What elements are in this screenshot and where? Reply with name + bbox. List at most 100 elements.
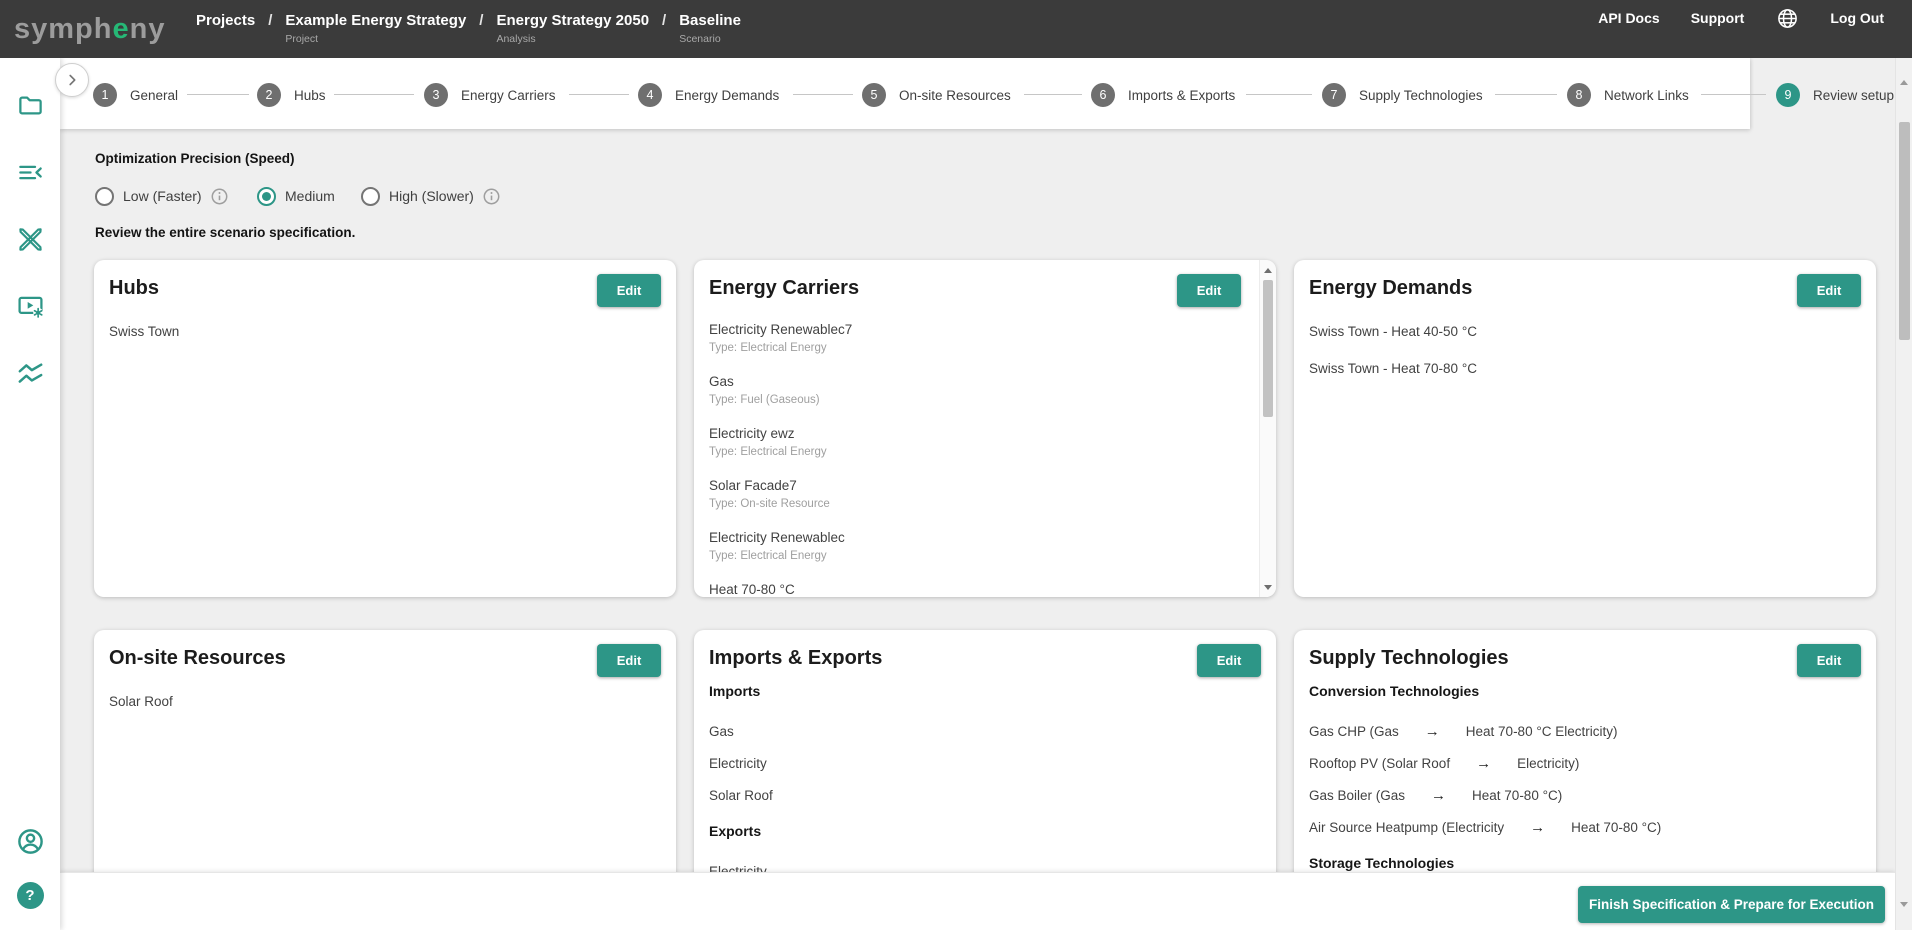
- edit-hubs-button[interactable]: Edit: [597, 274, 661, 307]
- conversion-output: Heat 70-80 °C): [1472, 788, 1562, 804]
- finish-specification-button[interactable]: Finish Specification & Prepare for Execu…: [1578, 886, 1885, 923]
- step-onsite-resources[interactable]: 5 On-site Resources: [862, 83, 1011, 107]
- breadcrumb-analysis[interactable]: Energy Strategy 2050 Analysis: [496, 11, 649, 47]
- folder-icon[interactable]: [7, 82, 53, 128]
- carrier-type: Type: Electrical Energy: [709, 342, 1236, 355]
- breadcrumb-projects[interactable]: Projects: [196, 11, 255, 47]
- conversion-input: Rooftop PV (Solar Roof: [1309, 756, 1450, 772]
- step-hubs[interactable]: 2 Hubs: [257, 83, 326, 107]
- step-network-links[interactable]: 8 Network Links: [1567, 83, 1689, 107]
- breadcrumb-separator: /: [479, 11, 483, 47]
- help-icon[interactable]: ?: [7, 872, 53, 918]
- bottom-action-bar: Finish Specification & Prepare for Execu…: [60, 872, 1895, 930]
- conversion-input: Gas CHP (Gas: [1309, 724, 1399, 740]
- step-connector: [1024, 94, 1082, 95]
- conversion-item: Gas CHP (Gas → Heat 70-80 °C Electricity…: [1309, 724, 1861, 740]
- carrier-type: Type: Electrical Energy: [709, 446, 1236, 459]
- step-supply-technologies[interactable]: 7 Supply Technologies: [1322, 83, 1483, 107]
- step-general[interactable]: 1 General: [93, 83, 178, 107]
- carrier-name: Heat 70-80 °C: [709, 582, 1236, 597]
- breadcrumb-sublabel: Analysis: [496, 33, 649, 45]
- energy-carriers-card: Energy Carriers Edit Electricity Renewab…: [694, 260, 1276, 597]
- language-globe-icon[interactable]: [1775, 6, 1799, 30]
- breadcrumb-scenario[interactable]: Baseline Scenario: [679, 11, 741, 47]
- radio-label[interactable]: Medium: [285, 188, 335, 204]
- breadcrumb-label[interactable]: Baseline: [679, 11, 741, 30]
- radio-label[interactable]: Low (Faster): [123, 188, 202, 204]
- edit-onsite-resources-button[interactable]: Edit: [597, 644, 661, 677]
- step-connector: [1495, 94, 1557, 95]
- energy-demands-card-title: Energy Demands: [1309, 277, 1472, 300]
- import-item: Gas: [709, 724, 1261, 740]
- carrier-name: Electricity ewz: [709, 426, 1236, 442]
- breadcrumb-separator: /: [662, 11, 666, 47]
- breadcrumb-project[interactable]: Example Energy Strategy Project: [285, 11, 466, 47]
- scrollbar-thumb[interactable]: [1263, 280, 1273, 417]
- breadcrumb-label[interactable]: Energy Strategy 2050: [496, 11, 649, 30]
- scroll-down-icon[interactable]: [1260, 579, 1276, 595]
- radio-option-high[interactable]: High (Slower): [361, 185, 500, 207]
- support-link[interactable]: Support: [1691, 10, 1745, 26]
- hub-item: Swiss Town: [109, 324, 179, 340]
- breadcrumb-sublabel: Project: [285, 33, 466, 45]
- conversion-output: Electricity): [1517, 756, 1579, 772]
- edit-supply-technologies-button[interactable]: Edit: [1797, 644, 1861, 677]
- radio-low[interactable]: [95, 187, 114, 206]
- step-review-setup[interactable]: 9 Review setup: [1776, 83, 1894, 107]
- scroll-up-icon[interactable]: [1260, 262, 1276, 278]
- log-out-link[interactable]: Log Out: [1830, 10, 1884, 26]
- breadcrumb-label[interactable]: Example Energy Strategy: [285, 11, 466, 30]
- step-imports-exports[interactable]: 6 Imports & Exports: [1091, 83, 1235, 107]
- conversion-output: Heat 70-80 °C): [1571, 820, 1661, 836]
- energy-carriers-card-title: Energy Carriers: [709, 277, 859, 300]
- step-connector: [569, 94, 629, 95]
- scroll-up-icon[interactable]: [1900, 63, 1908, 81]
- conversion-output: Heat 70-80 °C Electricity): [1466, 724, 1618, 740]
- conversion-input: Gas Boiler (Gas: [1309, 788, 1405, 804]
- step-label: Imports & Exports: [1128, 88, 1235, 103]
- api-docs-link[interactable]: API Docs: [1598, 10, 1659, 26]
- radio-medium-selected[interactable]: [257, 187, 276, 206]
- step-number: 8: [1567, 83, 1591, 107]
- step-connector: [187, 94, 249, 95]
- edit-imports-exports-button[interactable]: Edit: [1197, 644, 1261, 677]
- imports-exports-card-title: Imports & Exports: [709, 647, 882, 670]
- carrier-name: Solar Facade7: [709, 478, 1236, 494]
- menu-open-icon[interactable]: [7, 149, 53, 195]
- scrollbar-thumb[interactable]: [1899, 122, 1910, 340]
- top-links: API Docs Support Log Out: [1598, 0, 1912, 30]
- design-tools-icon[interactable]: [7, 216, 53, 262]
- radio-option-medium[interactable]: Medium: [257, 185, 335, 207]
- card-scrollbar[interactable]: [1259, 260, 1276, 597]
- step-connector: [793, 94, 853, 95]
- sidebar: ?: [0, 58, 60, 930]
- info-icon[interactable]: [211, 188, 228, 205]
- resource-item: Solar Roof: [109, 694, 173, 710]
- account-icon[interactable]: [7, 818, 53, 864]
- step-number: 7: [1322, 83, 1346, 107]
- run-settings-icon[interactable]: [7, 283, 53, 329]
- imports-exports-body: Imports Gas Electricity Solar Roof Expor…: [709, 683, 1261, 880]
- results-icon[interactable]: [7, 350, 53, 396]
- step-energy-demands[interactable]: 4 Energy Demands: [638, 83, 779, 107]
- step-label: Review setup: [1813, 88, 1894, 103]
- conversion-item: Air Source Heatpump (Electricity → Heat …: [1309, 820, 1861, 836]
- step-label: On-site Resources: [899, 88, 1011, 103]
- radio-option-low[interactable]: Low (Faster): [95, 185, 228, 207]
- breadcrumb-label[interactable]: Projects: [196, 11, 255, 30]
- optimization-precision-label: Optimization Precision (Speed): [95, 151, 295, 166]
- top-bar: sympheny Projects / Example Energy Strat…: [0, 0, 1912, 58]
- storage-technologies-heading: Storage Technologies: [1309, 855, 1861, 872]
- carrier-type: Type: Fuel (Gaseous): [709, 394, 1236, 407]
- edit-energy-demands-button[interactable]: Edit: [1797, 274, 1861, 307]
- step-energy-carriers[interactable]: 3 Energy Carriers: [424, 83, 556, 107]
- radio-high[interactable]: [361, 187, 380, 206]
- stepper-expand-chevron-icon[interactable]: [55, 63, 89, 97]
- carrier-name: Electricity Renewablec: [709, 530, 1236, 546]
- edit-energy-carriers-button[interactable]: Edit: [1177, 274, 1241, 307]
- page-scrollbar[interactable]: [1895, 58, 1912, 930]
- scroll-down-icon[interactable]: [1900, 907, 1908, 925]
- info-icon[interactable]: [483, 188, 500, 205]
- step-connector: [334, 94, 414, 95]
- radio-label[interactable]: High (Slower): [389, 188, 474, 204]
